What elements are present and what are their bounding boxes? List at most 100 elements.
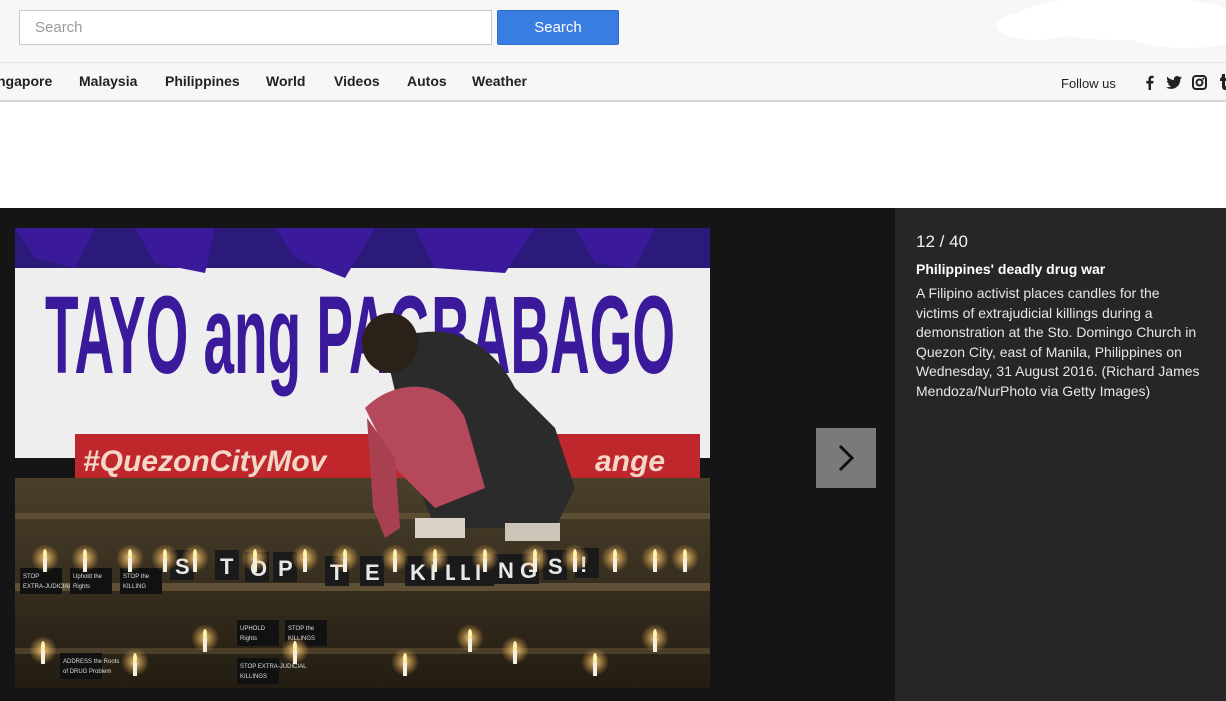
facebook-icon[interactable] [1141, 74, 1157, 90]
photo-caption: A Filipino activist places candles for t… [916, 285, 1200, 399]
photo-stage: TAYO ang PAGBABAGO QC #QuezonCityMov ang… [0, 208, 895, 701]
protest-sign-text: KILLING [123, 584, 146, 590]
banner-text: TAYO ang PAGBABAGO [45, 274, 675, 397]
nav-item-world[interactable]: World [266, 73, 305, 89]
candle [393, 558, 397, 572]
candle-flame [403, 653, 407, 663]
gallery-photo: TAYO ang PAGBABAGO QC #QuezonCityMov ang… [15, 228, 710, 688]
candle [293, 650, 297, 664]
candle [133, 662, 137, 676]
protest-sign-text: Rights [73, 584, 90, 590]
protest-sign [237, 658, 279, 684]
candle-flame [43, 549, 47, 559]
candle-flame [193, 549, 197, 559]
protest-sign [237, 620, 279, 646]
candle [593, 662, 597, 676]
candle-flame [573, 549, 577, 559]
protest-sign-text: STOP [23, 574, 39, 580]
candle-flame [653, 549, 657, 559]
protest-sign [70, 568, 112, 594]
candle-flame [253, 549, 257, 559]
candle [83, 558, 87, 572]
candle-flame [683, 549, 687, 559]
candle-flame [653, 629, 657, 639]
protest-sign [60, 653, 102, 679]
search-input[interactable] [19, 10, 492, 45]
caption-panel: 12 / 40 Philippines' deadly drug war A F… [895, 208, 1226, 701]
header-cloud-graphic [996, 0, 1226, 48]
slide-counter: 12 / 40 [916, 232, 968, 251]
candle-flame [128, 549, 132, 559]
candle [403, 662, 407, 676]
candle-flame [593, 653, 597, 663]
candle [163, 558, 167, 572]
candle [128, 558, 132, 572]
candle-flame [393, 549, 397, 559]
candle [253, 558, 257, 572]
candle-flame [203, 629, 207, 639]
instagram-icon[interactable] [1191, 74, 1207, 90]
photo-gallery: TAYO ang PAGBABAGO QC #QuezonCityMov ang… [0, 208, 1226, 701]
candle-vigil-photo: TAYO ang PAGBABAGO QC #QuezonCityMov ang… [15, 228, 710, 688]
candle [683, 558, 687, 572]
candle [468, 638, 472, 652]
chevron-right-icon [838, 444, 855, 472]
protest-sign-text: STOP the [123, 574, 150, 580]
protest-sign-text: of DRUG Problem [63, 669, 111, 675]
candle [41, 650, 45, 664]
candle [653, 558, 657, 572]
candle [533, 558, 537, 572]
candle-flame [303, 549, 307, 559]
nav-item-philippines[interactable]: Philippines [165, 73, 240, 89]
candle-flame [293, 641, 297, 651]
candle-flame [468, 629, 472, 639]
nav-item-autos[interactable]: Autos [407, 73, 447, 89]
candle [613, 558, 617, 572]
protest-sign-text: STOP the [288, 626, 315, 632]
candle-flame [41, 641, 45, 651]
search-button[interactable]: Search [497, 10, 619, 45]
letter-card-text: T [220, 554, 234, 579]
follow-us-label: Follow us [1061, 76, 1116, 91]
candle [343, 558, 347, 572]
next-slide-button[interactable] [816, 428, 876, 488]
tumblr-icon[interactable] [1216, 74, 1226, 90]
protest-sign-text: ADDRESS the Roots [63, 659, 119, 665]
hashtag-text-end: ange [595, 445, 665, 478]
candle [653, 638, 657, 652]
candle-flame [483, 549, 487, 559]
candle-flame [513, 641, 517, 651]
candle-flame [83, 549, 87, 559]
main-nav: ngapore Malaysia Philippines World Video… [0, 62, 1226, 102]
letter-card-text: S [548, 554, 563, 579]
candle-flame [433, 549, 437, 559]
candle-flame [133, 653, 137, 663]
nav-item-videos[interactable]: Videos [334, 73, 380, 89]
protest-sign-text: EXTRA-JUDICIAL [23, 584, 72, 590]
protest-sign-text: STOP EXTRA-JUDICIAL [240, 664, 307, 670]
nav-item-weather[interactable]: Weather [472, 73, 527, 89]
candle-flame [163, 549, 167, 559]
top-bar: Search [0, 0, 1226, 62]
protest-sign-text: Rights [240, 636, 257, 642]
protest-sign-text: UPHOLD [240, 626, 266, 632]
protest-sign-text: KILLINGS [240, 674, 267, 680]
nav-item-singapore[interactable]: ngapore [0, 73, 52, 89]
protest-sign [120, 568, 162, 594]
candle-flame [533, 549, 537, 559]
candle [193, 558, 197, 572]
banner-corner-mark: QC [605, 242, 623, 256]
hashtag-text: #QuezonCityMov [83, 445, 329, 478]
twitter-icon[interactable] [1166, 74, 1182, 90]
candle [483, 558, 487, 572]
candle [43, 558, 47, 572]
letter-card-text: N [498, 558, 514, 583]
candle-flame [343, 549, 347, 559]
candle [573, 558, 577, 572]
letter-card-text: P [278, 556, 293, 581]
letter-card-text: E [365, 560, 380, 585]
nav-item-malaysia[interactable]: Malaysia [79, 73, 137, 89]
protest-sign [20, 568, 62, 594]
protest-sign-text: Uphold the [73, 574, 103, 580]
candle [203, 638, 207, 652]
